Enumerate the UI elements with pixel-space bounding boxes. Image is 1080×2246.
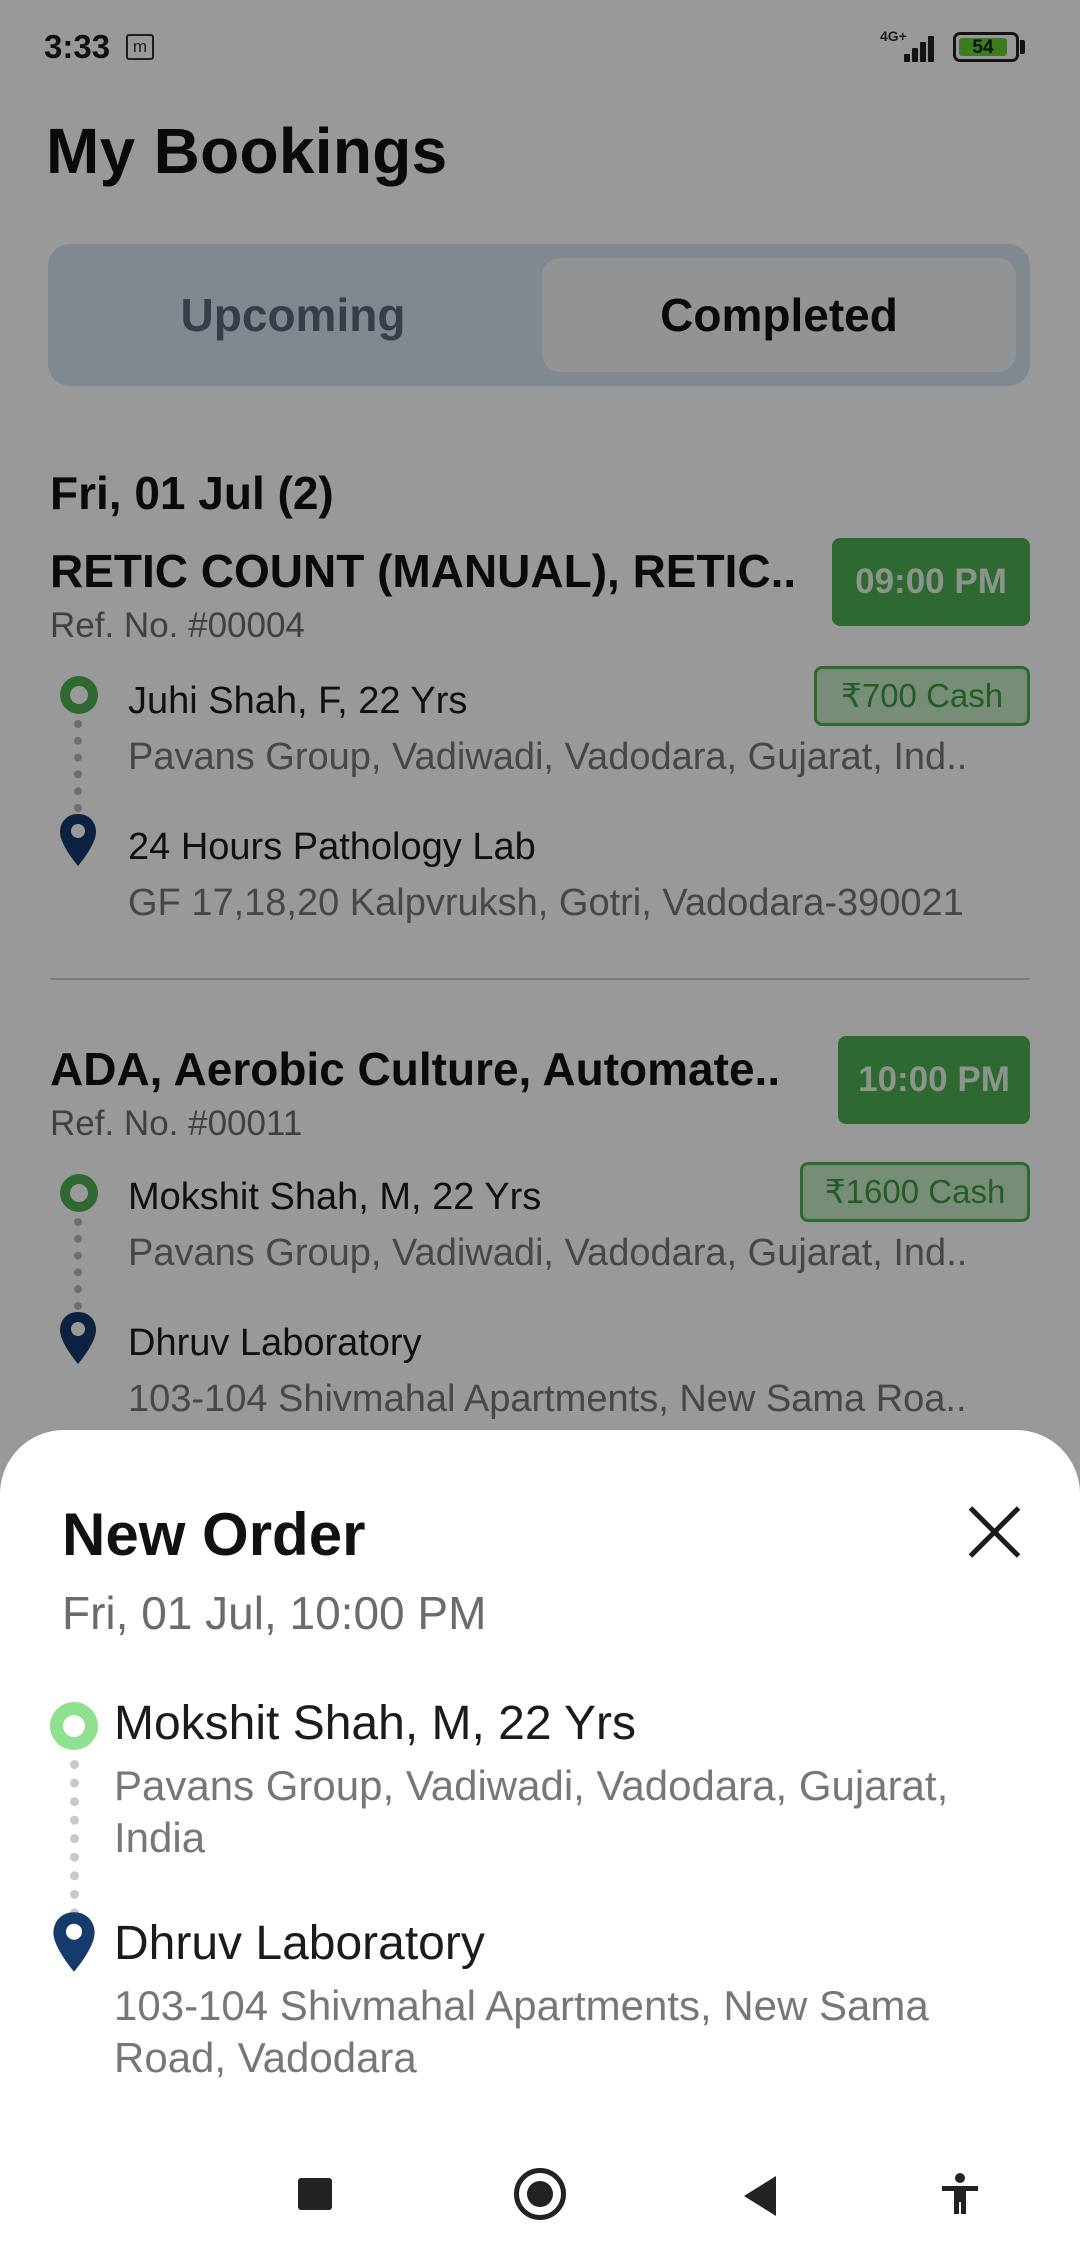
close-icon[interactable]	[962, 1500, 1026, 1564]
accessibility-icon[interactable]	[936, 2170, 984, 2218]
new-order-sheet: New Order Fri, 01 Jul, 10:00 PM Mokshit …	[0, 1430, 1080, 2246]
home-circle-icon[interactable]	[514, 2168, 566, 2220]
patient-name: Mokshit Shah, M, 22 Yrs	[114, 1697, 636, 1750]
circle-marker-icon	[50, 1702, 98, 1750]
recents-square-icon[interactable]	[298, 2178, 332, 2210]
sheet-datetime: Fri, 01 Jul, 10:00 PM	[62, 1587, 487, 1639]
patient-address: Pavans Group, Vadiwadi, Vadodara, Gujara…	[114, 1762, 949, 1861]
location-pin-icon	[53, 1912, 95, 1972]
sheet-title: New Order	[62, 1501, 366, 1568]
screen: 3:33 m 4G+ 54 My Bookings Upcoming Compl…	[0, 0, 1080, 2246]
lab-name: Dhruv Laboratory	[114, 1917, 485, 1970]
lab-address: 103-104 Shivmahal Apartments, New Sama R…	[114, 1982, 929, 2081]
back-triangle-icon[interactable]	[744, 2176, 776, 2216]
system-nav-bar	[0, 2130, 1080, 2246]
